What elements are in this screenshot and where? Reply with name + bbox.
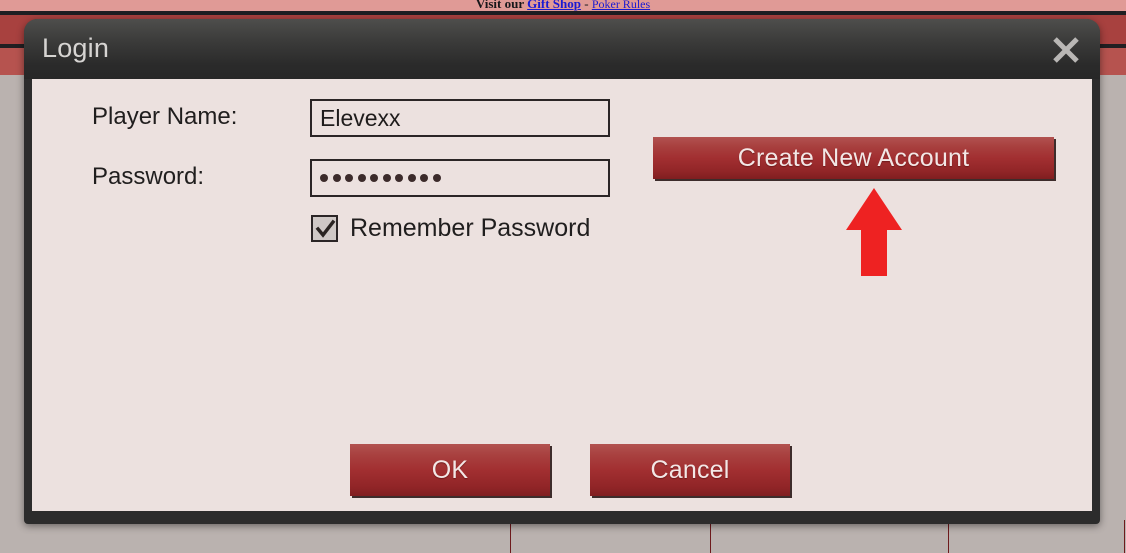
create-new-account-button[interactable]: Create New Account	[653, 137, 1054, 179]
table-column-divider	[1124, 520, 1125, 553]
gift-shop-link[interactable]: Gift Shop	[527, 0, 581, 11]
remember-password-checkbox[interactable]	[311, 215, 338, 242]
table-column-divider	[510, 520, 511, 553]
remember-password-row[interactable]: Remember Password	[311, 214, 590, 243]
page-horizontal-rule	[0, 11, 1126, 15]
password-input[interactable]	[310, 159, 610, 197]
table-column-divider	[948, 520, 949, 553]
table-column-divider	[710, 520, 711, 553]
poker-rules-link[interactable]: Poker Rules	[592, 0, 650, 11]
red-up-arrow-icon	[844, 186, 904, 278]
checkmark-icon	[315, 219, 336, 238]
ok-button[interactable]: OK	[350, 444, 550, 496]
screen: Visit our Gift Shop - Poker Rules Login …	[0, 0, 1126, 553]
dialog-title: Login	[42, 33, 110, 63]
player-name-label: Player Name:	[92, 103, 238, 130]
dialog-titlebar: Login	[24, 19, 1100, 79]
dialog-body: Player Name: Password: Remember Password…	[32, 79, 1092, 511]
banner-separator: -	[580, 0, 592, 11]
remember-password-label: Remember Password	[350, 214, 591, 242]
login-dialog: Login Player Name: Password:	[24, 19, 1100, 524]
close-icon[interactable]	[1047, 30, 1085, 68]
player-name-input[interactable]	[310, 99, 610, 137]
banner-prefix: Visit our	[475, 0, 528, 11]
cancel-button[interactable]: Cancel	[590, 444, 790, 496]
password-label: Password:	[92, 163, 205, 190]
